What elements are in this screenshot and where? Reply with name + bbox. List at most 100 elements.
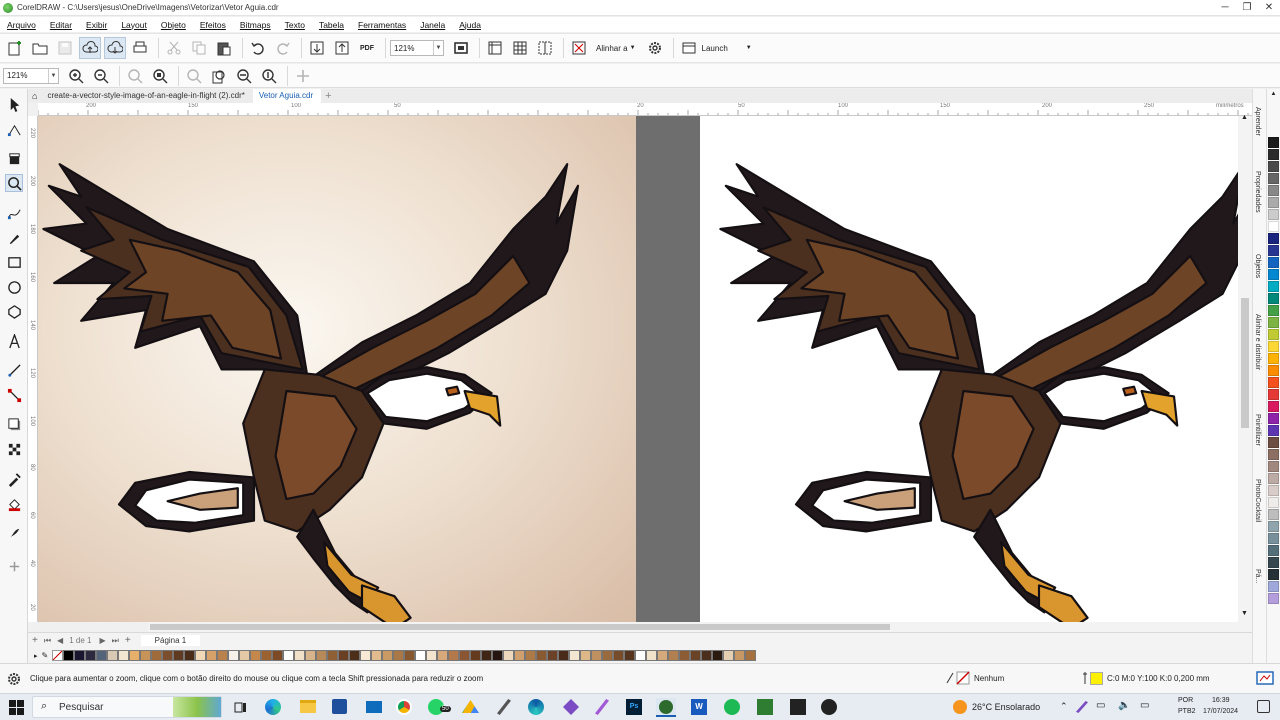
menu-tabela[interactable]: Tabela	[312, 20, 351, 30]
palette-color-swatch[interactable]	[1268, 581, 1279, 592]
clock-time[interactable]: 16:39	[1212, 697, 1230, 704]
palette-color-swatch[interactable]	[1268, 437, 1279, 448]
palette-color-swatch[interactable]	[1268, 305, 1279, 316]
document-color-swatch[interactable]	[712, 650, 724, 661]
palette-color-swatch[interactable]	[1268, 413, 1279, 424]
export-button[interactable]	[331, 37, 353, 59]
minimize-button[interactable]: ─	[1214, 0, 1236, 16]
palette-color-swatch[interactable]	[1268, 161, 1279, 172]
palette-color-swatch[interactable]	[1268, 593, 1279, 604]
notification-icon[interactable]	[1257, 700, 1270, 713]
weather-text[interactable]: 26°C Ensolarado	[972, 702, 1040, 712]
copy-button[interactable]	[188, 37, 210, 59]
dark-app-icon[interactable]	[790, 699, 806, 715]
palette-scroll-up-icon[interactable]: ▲	[1267, 91, 1280, 97]
document-color-swatch[interactable]	[503, 650, 515, 661]
palette-color-swatch[interactable]	[1268, 569, 1279, 580]
cut-button[interactable]	[163, 37, 185, 59]
palette-color-swatch[interactable]	[1268, 269, 1279, 280]
launch-chevron-down-icon[interactable]: ▼	[746, 45, 752, 51]
first-page-icon[interactable]: ⏮	[44, 636, 51, 646]
store-app-icon[interactable]	[332, 699, 347, 714]
zoom-to-all-objects-button[interactable]	[149, 65, 171, 87]
home-icon[interactable]: ⌂	[32, 91, 37, 101]
connector-tool[interactable]	[5, 386, 23, 404]
purple-app-icon[interactable]	[563, 699, 579, 715]
artistic-media-tool[interactable]	[5, 229, 23, 247]
horizontal-ruler[interactable]: 200 150 100 50 20 50 100 150 200 250 mil…	[38, 103, 1252, 116]
menu-ferramentas[interactable]: Ferramentas	[351, 20, 413, 30]
feather-app-icon[interactable]	[497, 699, 511, 715]
document-color-swatch[interactable]	[228, 650, 240, 661]
document-color-swatch[interactable]	[459, 650, 471, 661]
menu-layout[interactable]: Layout	[114, 20, 154, 30]
palette-color-swatch[interactable]	[1268, 533, 1279, 544]
cloud-upload-button[interactable]	[79, 37, 101, 59]
ellipse-tool[interactable]	[5, 278, 23, 296]
docker-tab-pointillizer[interactable]: Pointillizer	[1254, 414, 1261, 446]
drop-shadow-tool[interactable]	[5, 415, 23, 433]
cloud-download-button[interactable]	[104, 37, 126, 59]
taskbar-search-box[interactable]: ⌕ Pesquisar	[32, 696, 222, 718]
save-button[interactable]	[54, 37, 76, 59]
palette-color-swatch[interactable]	[1268, 521, 1279, 532]
outline-color-swatch[interactable]	[1090, 672, 1103, 685]
palette-eyedropper-icon[interactable]: ✎	[42, 651, 49, 660]
document-color-swatch[interactable]	[162, 650, 174, 661]
zoom-in-button[interactable]	[65, 65, 87, 87]
eyedropper-tool[interactable]	[5, 470, 23, 488]
palette-color-swatch[interactable]	[1268, 149, 1279, 160]
document-color-swatch[interactable]	[437, 650, 449, 661]
drive-app-icon[interactable]	[462, 700, 479, 713]
document-color-swatch[interactable]	[382, 650, 394, 661]
document-color-swatch[interactable]	[217, 650, 229, 661]
file-explorer-icon[interactable]	[300, 700, 316, 713]
document-color-swatch[interactable]	[690, 650, 702, 661]
document-color-swatch[interactable]	[613, 650, 625, 661]
document-color-swatch[interactable]	[635, 650, 647, 661]
menu-ajuda[interactable]: Ajuda	[452, 20, 488, 30]
document-color-swatch[interactable]	[569, 650, 581, 661]
palette-color-swatch[interactable]	[1268, 293, 1279, 304]
docker-tab-alinhar[interactable]: Alinhar e distribuir	[1254, 314, 1261, 370]
document-color-swatch[interactable]	[371, 650, 383, 661]
coreldraw-taskbar-icon[interactable]	[656, 698, 676, 717]
new-document-button[interactable]	[4, 37, 26, 59]
interactive-fill-tool[interactable]	[5, 495, 23, 513]
document-color-swatch[interactable]	[657, 650, 669, 661]
document-color-swatch[interactable]	[591, 650, 603, 661]
document-color-swatch[interactable]	[107, 650, 119, 661]
document-color-swatch[interactable]	[393, 650, 405, 661]
show-rulers-button[interactable]	[484, 37, 506, 59]
smart-fill-tool[interactable]	[5, 524, 23, 542]
tray-chevron-up-icon[interactable]: ⌃	[1060, 701, 1068, 712]
docker-tab-aprender[interactable]: Aprender	[1254, 107, 1261, 136]
docker-tab-photococktail[interactable]: PhotoCocktail	[1254, 479, 1261, 522]
document-color-swatch[interactable]	[195, 650, 207, 661]
green-app-icon[interactable]	[724, 699, 740, 715]
add-page-after-icon[interactable]: +	[125, 635, 131, 646]
import-button[interactable]	[306, 37, 328, 59]
zoom-out-button[interactable]	[90, 65, 112, 87]
palette-color-swatch[interactable]	[1268, 185, 1279, 196]
show-guidelines-button[interactable]	[534, 37, 556, 59]
palette-color-swatch[interactable]	[1268, 509, 1279, 520]
launch-button[interactable]	[678, 37, 700, 59]
palette-color-swatch[interactable]	[1268, 425, 1279, 436]
document-color-swatch[interactable]	[580, 650, 592, 661]
transparency-tool[interactable]	[5, 440, 23, 458]
weather-icon[interactable]	[953, 700, 967, 714]
freehand-tool[interactable]	[5, 204, 23, 222]
quick-customize-button[interactable]	[5, 557, 23, 575]
redo-button[interactable]	[272, 37, 294, 59]
document-color-swatch[interactable]	[547, 650, 559, 661]
text-tool[interactable]	[5, 332, 23, 350]
palette-color-swatch[interactable]	[1268, 473, 1279, 484]
zoom-levels-combo[interactable]: 121% ▼	[3, 67, 59, 84]
network-icon[interactable]: ▭	[1096, 700, 1105, 711]
menu-objeto[interactable]: Objeto	[154, 20, 193, 30]
palette-color-swatch[interactable]	[1268, 245, 1279, 256]
document-color-swatch[interactable]	[129, 650, 141, 661]
document-color-swatch[interactable]	[305, 650, 317, 661]
menu-arquivo[interactable]: Arquivo	[0, 20, 43, 30]
